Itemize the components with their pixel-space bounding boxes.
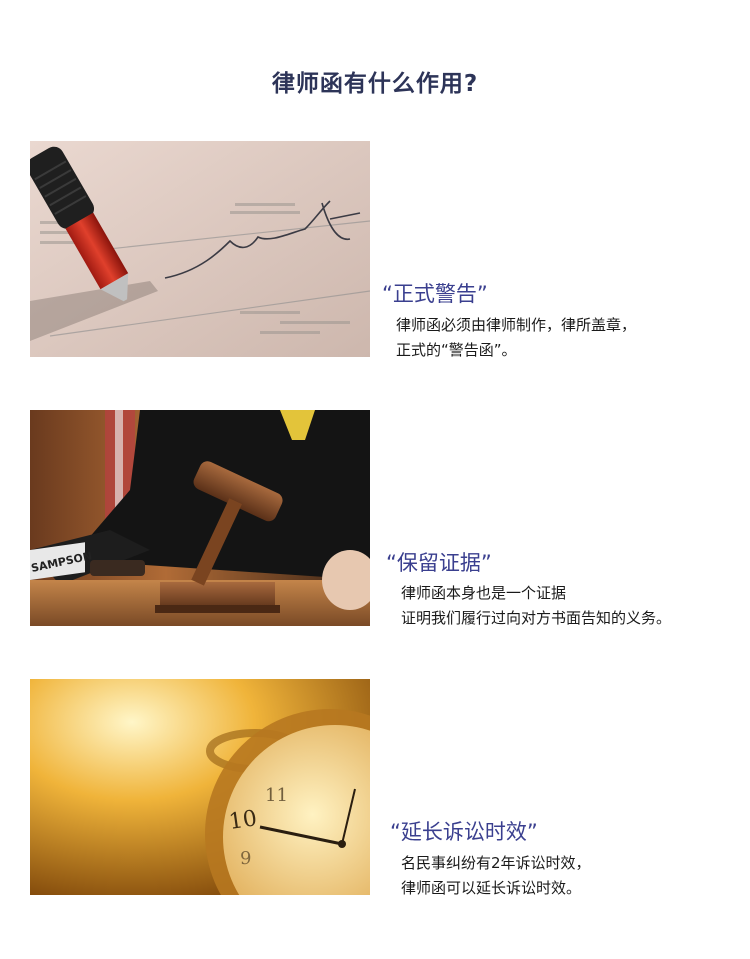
- section-desc-preserve-evidence: 律师函本身也是一个证据 证明我们履行过向对方书面告知的义务。: [401, 581, 671, 631]
- desc-line: 证明我们履行过向对方书面告知的义务。: [401, 609, 672, 627]
- section-heading-preserve-evidence: “保留证据”: [386, 551, 492, 575]
- desc-line: 正式的“警告函”。: [396, 341, 517, 359]
- section-desc-extend-limitation: 名民事纠纷有2年诉讼时效， 律师函可以延长诉讼时效。: [401, 851, 591, 901]
- pocket-watch-image: 10 11 9: [30, 679, 370, 895]
- section-heading-extend-limitation: “延长诉讼时效”: [390, 820, 538, 844]
- section-desc-formal-warning: 律师函必须由律师制作，律所盖章， 正式的“警告函”。: [396, 313, 636, 363]
- desc-line: 名民事纠纷有2年诉讼时效，: [401, 854, 591, 872]
- svg-text:10: 10: [227, 806, 258, 835]
- pen-signing-image: [30, 141, 370, 357]
- desc-line: 律师函可以延长诉讼时效。: [401, 879, 582, 897]
- section-heading-formal-warning: “正式警告”: [382, 282, 488, 306]
- desc-line: 律师函本身也是一个证据: [401, 584, 567, 602]
- svg-text:11: 11: [265, 785, 288, 806]
- judge-gavel-image: SAMPSON: [30, 410, 370, 626]
- desc-line: 律师函必须由律师制作，律所盖章，: [396, 316, 637, 334]
- svg-text:9: 9: [240, 848, 251, 869]
- page-title: 律师函有什么作用?: [271, 71, 479, 97]
